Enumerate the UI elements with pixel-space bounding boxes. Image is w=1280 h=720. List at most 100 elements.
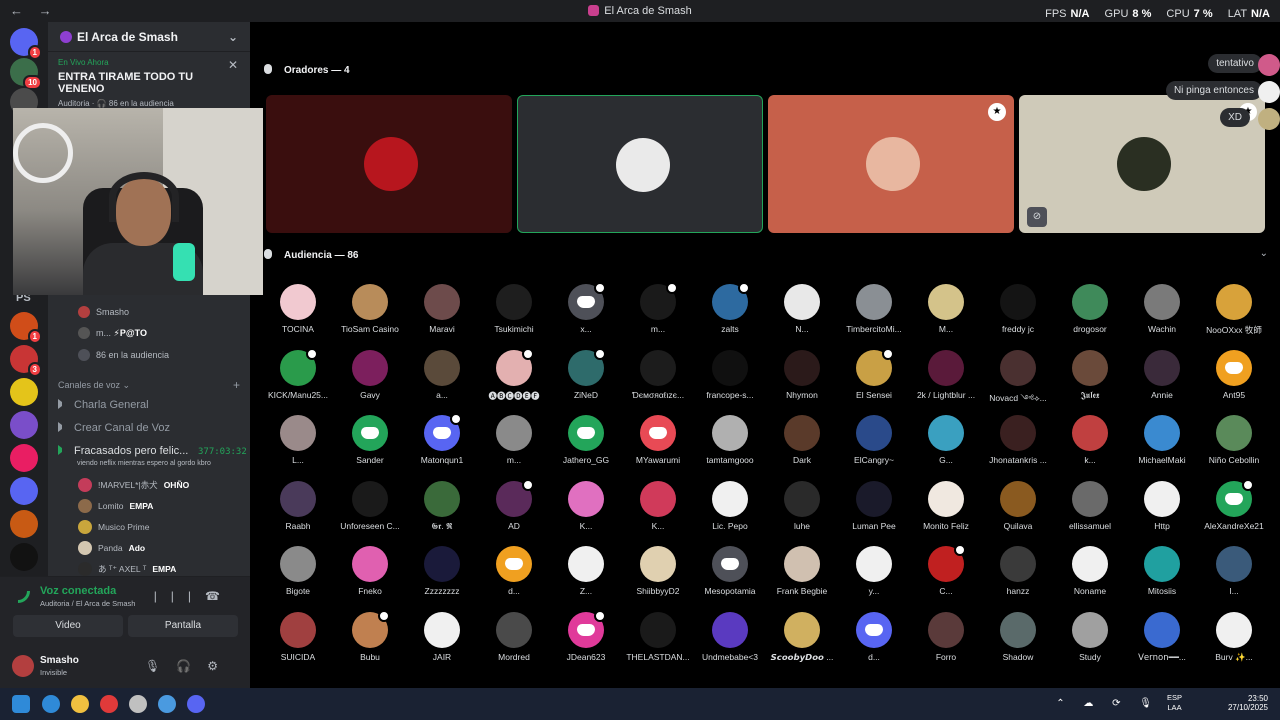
audience-member[interactable]: 𝙎𝙘𝙤𝙤𝙗𝙮𝘿𝙤𝙤 ... (766, 611, 838, 663)
audience-member[interactable]: N... (766, 284, 838, 334)
speaker-tile[interactable] (517, 95, 763, 233)
channel-fracasados[interactable]: Fracasados pero felic... 377:03:32 (58, 445, 247, 457)
close-icon[interactable]: ✕ (228, 58, 238, 72)
audience-member[interactable]: drogosor (1054, 284, 1126, 334)
audience-member[interactable]: K... (622, 480, 694, 531)
audience-member[interactable]: Niño Cebollin (1198, 415, 1270, 465)
server-icon[interactable]: 1 (10, 28, 42, 60)
audience-member[interactable]: zalts (694, 282, 766, 334)
server-icon[interactable] (10, 411, 38, 439)
voice-user[interactable]: Musico Prime (78, 520, 155, 534)
audience-member[interactable]: 𝖵𝖾𝗋𝗇𝗈𝗇━━... (1126, 611, 1198, 663)
server-icon[interactable]: 1 (10, 312, 42, 344)
audience-member[interactable]: x... (550, 282, 622, 334)
audience-member[interactable]: L... (262, 415, 334, 465)
audience-member[interactable]: Forro (910, 611, 982, 662)
plus-icon[interactable]: + (233, 378, 240, 392)
audience-member[interactable]: SUICIDA (262, 611, 334, 662)
audience-member[interactable]: freddy jc (982, 284, 1054, 334)
audience-member[interactable]: G... (910, 415, 982, 465)
audience-member[interactable]: 𝕲𝖗. 𝕽 (406, 480, 478, 532)
taskbar-app-icon[interactable] (42, 695, 60, 713)
audience-member[interactable]: C... (910, 544, 982, 596)
headphones-icon[interactable]: 🎧 (176, 659, 207, 673)
server-icon[interactable] (10, 444, 38, 472)
audience-member[interactable]: Monito Feliz (910, 480, 982, 531)
audience-member[interactable]: MichaelMaki (1126, 415, 1198, 465)
audience-member[interactable]: m... (622, 282, 694, 334)
audience-member[interactable]: d... (838, 611, 910, 662)
audience-member[interactable]: d... (478, 546, 550, 596)
server-icon[interactable] (10, 378, 38, 406)
audience-member[interactable]: El Sensei (838, 347, 910, 400)
audience-member[interactable]: Zzzzzzzz (406, 546, 478, 596)
audience-member[interactable]: Nhymon (766, 349, 838, 400)
audience-member[interactable]: THELASTDAN... (622, 611, 694, 662)
voice-channels-section[interactable]: Canales de voz ⌄ + (58, 378, 240, 392)
taskbar-app-icon[interactable] (71, 695, 89, 713)
server-icon[interactable]: 10 (10, 58, 42, 90)
audience-member[interactable]: 🅐🅑🅒🅓🅔🅕 (478, 347, 550, 402)
audience-member[interactable]: Fneko (334, 546, 406, 596)
audience-member[interactable]: I... (1198, 546, 1270, 596)
audience-member[interactable]: Raabh (262, 480, 334, 531)
audience-member[interactable]: Undmebabe<3 (694, 611, 766, 662)
audience-member[interactable]: Sander (334, 415, 406, 465)
audience-member[interactable]: Bubu (334, 609, 406, 662)
start-icon[interactable] (12, 695, 30, 713)
audience-member[interactable]: Quilava (982, 480, 1054, 531)
audience-member[interactable]: Mesopotamia (694, 546, 766, 596)
channel-charla-general[interactable]: Charla General (58, 399, 149, 411)
audience-member[interactable]: Http (1126, 480, 1198, 531)
audience-member[interactable]: 𝕵𝖚𝖑𝖊𝖝 (1054, 349, 1126, 401)
voice-user[interactable]: あ ᵀ⁺ AXEL ᵀ EMPA (78, 562, 176, 576)
audience-member[interactable]: ellissamuel (1054, 480, 1126, 531)
voice-user[interactable]: Panda Ado (78, 541, 145, 555)
audience-member[interactable]: JAIR (406, 611, 478, 662)
audience-member[interactable]: Bigote (262, 546, 334, 596)
audience-member[interactable]: AleXandreXe21 (1198, 478, 1270, 531)
avatar[interactable] (12, 655, 34, 677)
audience-member[interactable]: Ant95 (1198, 349, 1270, 400)
audience-member[interactable]: TimbercitoMi... (838, 284, 910, 334)
live-stage-card[interactable]: En Vivo Ahora ENTRA TIRAME TODO TU VENEN… (48, 52, 250, 114)
language-indicator[interactable]: ESP LAA (1167, 693, 1182, 713)
audience-member[interactable]: KICK/Manu25... (262, 347, 334, 400)
audience-member[interactable]: Study (1054, 611, 1126, 662)
audience-member[interactable]: K... (550, 480, 622, 531)
audience-member[interactable]: m... (478, 415, 550, 465)
audience-member[interactable]: NooOXxx 牧師 (1198, 284, 1270, 336)
audience-count[interactable]: 86 en la audiencia (78, 349, 169, 361)
audience-member[interactable]: ZiNeD (550, 347, 622, 400)
audience-member[interactable]: Frank Begbie (766, 546, 838, 596)
audience-member[interactable]: Shadow (982, 611, 1054, 662)
audience-member[interactable]: Lic. Pepo (694, 480, 766, 531)
chevron-down-icon[interactable]: ⌄ (228, 30, 238, 44)
taskbar-app-icon[interactable] (187, 695, 205, 713)
audience-member[interactable]: Tsukimichi (478, 284, 550, 334)
audience-member[interactable]: hanzz (982, 546, 1054, 596)
audience-member[interactable]: luhe (766, 480, 838, 531)
stage-user[interactable]: m... ⚡P@TO (78, 327, 147, 339)
audience-member[interactable]: MYawarumi (622, 415, 694, 465)
stage-user[interactable]: Smasho (78, 306, 129, 318)
audience-member[interactable]: Annie (1126, 349, 1198, 400)
audience-member[interactable]: Jhonatankris ... (982, 415, 1054, 465)
audience-member[interactable]: Z... (550, 546, 622, 596)
audience-member[interactable]: Dark (766, 415, 838, 465)
taskbar-app-icon[interactable] (100, 695, 118, 713)
audience-member[interactable]: Luman Pee (838, 480, 910, 531)
mic-icon[interactable]: 🎙 (145, 659, 176, 673)
audience-member[interactable]: y... (838, 546, 910, 596)
server-icon[interactable] (10, 477, 38, 505)
audience-member[interactable]: a... (406, 349, 478, 400)
audience-member[interactable]: Maravi (406, 284, 478, 334)
audience-member[interactable]: Jathero_GG (550, 415, 622, 465)
server-icon[interactable] (10, 510, 38, 538)
gear-icon[interactable]: ⚙ (207, 659, 234, 673)
screen-share-button[interactable]: Pantalla (128, 615, 238, 637)
speaker-tile[interactable]: ★ (768, 95, 1014, 233)
audience-member[interactable]: Matonqun1 (406, 413, 478, 465)
audience-member[interactable]: ShiibbyyD2 (622, 546, 694, 596)
server-icon[interactable]: 3 (10, 345, 42, 377)
